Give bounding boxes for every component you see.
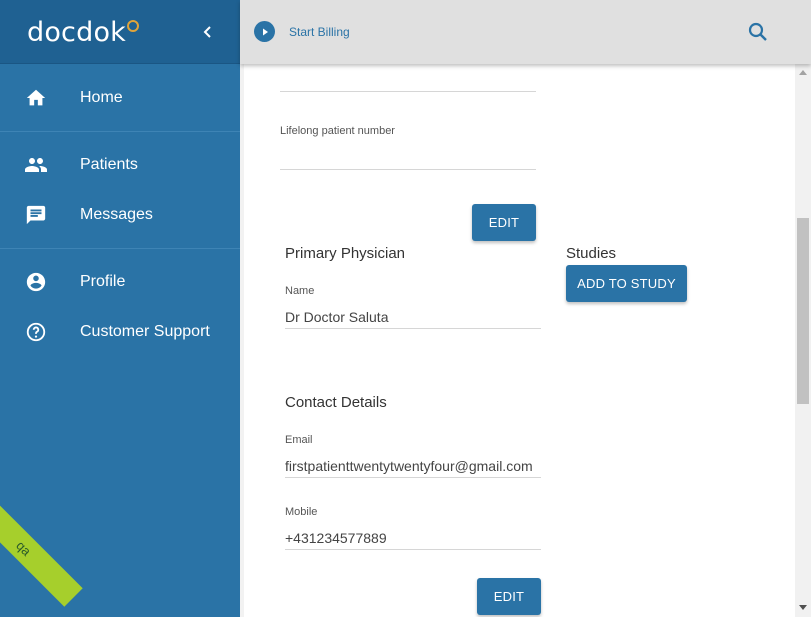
add-to-study-button[interactable]: ADD TO STUDY: [566, 265, 687, 302]
edit-patient-button[interactable]: EDIT: [472, 204, 536, 241]
contact-details-title: Contact Details: [285, 394, 387, 411]
primary-physician-title: Primary Physician: [285, 245, 406, 262]
physician-name-underline: [285, 328, 541, 329]
start-billing-button[interactable]: Start Billing: [254, 21, 350, 42]
search-button[interactable]: [746, 20, 770, 44]
sidebar-item-label: Messages: [80, 206, 153, 223]
message-icon: [24, 203, 48, 227]
top-bar: Start Billing: [240, 0, 811, 64]
sidebar-item-label: Customer Support: [80, 323, 210, 340]
sidebar-item-label: Home: [80, 89, 123, 106]
previous-field-underline: [280, 91, 536, 92]
email-value: firstpatienttwentytwentyfour@gmail.com: [285, 458, 533, 474]
collapse-sidebar-button[interactable]: [196, 20, 220, 44]
patient-detail-content: Lifelong patient number EDIT Primary Phy…: [244, 64, 795, 617]
sidebar: docdok Home Patients Messages Profile Cu…: [0, 0, 240, 617]
physician-name-value: Dr Doctor Saluta: [285, 309, 389, 325]
sidebar-divider: [0, 248, 240, 249]
sidebar-item-home[interactable]: Home: [0, 76, 240, 120]
environment-badge-label: qa: [13, 537, 35, 559]
sidebar-item-label: Profile: [80, 273, 126, 290]
scroll-down-icon[interactable]: [799, 604, 807, 612]
physician-name-label: Name: [285, 285, 315, 297]
play-circle-icon: [254, 21, 275, 42]
scrollbar-thumb[interactable]: [797, 218, 809, 404]
sidebar-divider: [0, 131, 240, 132]
chevron-left-icon: [203, 26, 211, 38]
add-to-study-label: ADD TO STUDY: [577, 276, 676, 291]
sidebar-item-messages[interactable]: Messages: [0, 193, 240, 237]
environment-badge: qa: [0, 489, 83, 607]
edit-label: EDIT: [488, 215, 520, 230]
edit-label: EDIT: [493, 589, 525, 604]
logo-mark-icon: [127, 20, 139, 32]
people-icon: [24, 153, 48, 177]
logo-text: docdok: [27, 17, 126, 48]
home-icon: [24, 86, 48, 110]
sidebar-item-profile[interactable]: Profile: [0, 260, 240, 304]
account-circle-icon: [24, 270, 48, 294]
scroll-up-icon[interactable]: [799, 68, 807, 76]
sidebar-item-label: Patients: [80, 156, 138, 173]
search-icon: [748, 22, 767, 41]
lifelong-number-label: Lifelong patient number: [280, 125, 395, 137]
vertical-scrollbar[interactable]: [795, 64, 811, 617]
studies-title: Studies: [566, 245, 617, 262]
lifelong-number-underline: [280, 169, 536, 170]
logo[interactable]: docdok: [27, 17, 139, 48]
edit-contact-button[interactable]: EDIT: [477, 578, 541, 615]
help-circle-icon: [24, 320, 48, 344]
sidebar-header: docdok: [0, 0, 240, 64]
sidebar-item-patients[interactable]: Patients: [0, 143, 240, 187]
mobile-underline: [285, 549, 541, 550]
sidebar-item-customer-support[interactable]: Customer Support: [0, 310, 240, 354]
email-label: Email: [285, 434, 313, 446]
start-billing-label: Start Billing: [289, 24, 350, 39]
mobile-value: +431234577889: [285, 530, 387, 546]
email-underline: [285, 477, 541, 478]
mobile-label: Mobile: [285, 506, 318, 518]
